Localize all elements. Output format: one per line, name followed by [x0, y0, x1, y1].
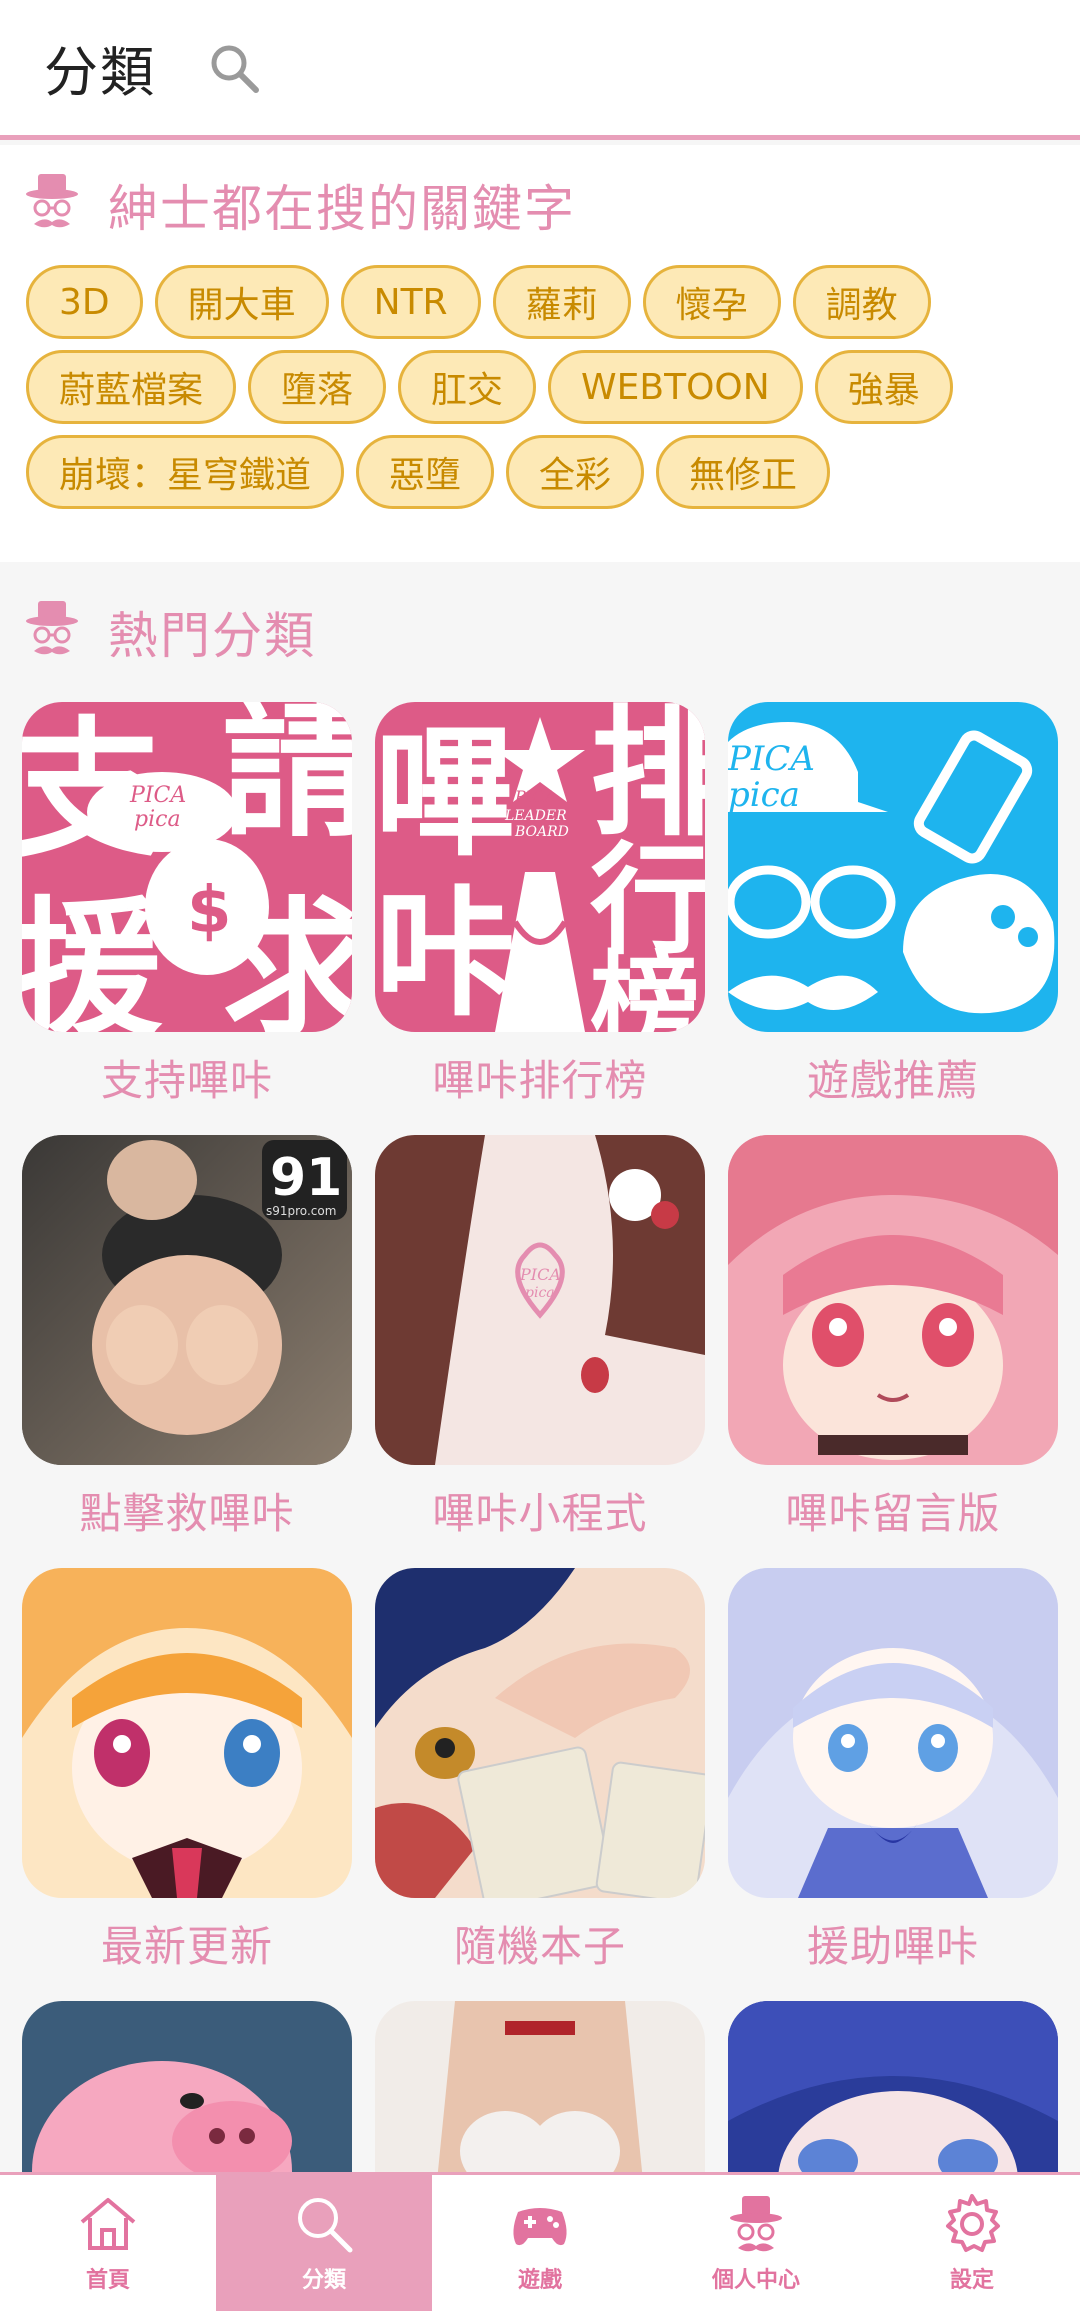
- category-thumbnail: [728, 1135, 1058, 1465]
- category-latest-update[interactable]: 最新更新: [22, 1568, 352, 1971]
- nav-settings[interactable]: 設定: [864, 2175, 1080, 2311]
- category-thumbnail: PICA pica: [728, 702, 1058, 1032]
- keyword-chip[interactable]: 肛交: [398, 350, 537, 424]
- category-label: 遊戲推薦: [806, 1056, 979, 1105]
- thumb-text: 援: [22, 884, 163, 1032]
- keyword-chip[interactable]: 蔚藍檔案: [26, 350, 237, 424]
- keyword-chip[interactable]: 蘿莉: [492, 265, 631, 339]
- category-label: 嗶咔排行榜: [432, 1056, 648, 1105]
- thumb-text: 咔: [375, 873, 515, 1032]
- category-random-book[interactable]: 隨機本子: [375, 1568, 705, 1971]
- category-game-recommend[interactable]: PICA pica 遊戲推薦: [728, 702, 1058, 1105]
- keyword-chip[interactable]: 崩壞：星穹鐵道: [26, 435, 345, 509]
- gear-icon: [940, 2192, 1004, 2256]
- nav-label: 分類: [301, 2268, 346, 2293]
- thumb-text: s91pro.com: [266, 1204, 336, 1218]
- category-thumbnail: 支 請 援 求 PICA pica $: [22, 702, 352, 1032]
- category-label: 援助嗶咔: [806, 1922, 979, 1971]
- nav-category[interactable]: 分類: [216, 2175, 432, 2311]
- gamepad-icon: [508, 2192, 572, 2256]
- thumb-text: 榜: [590, 940, 700, 1032]
- nav-label: 遊戲: [517, 2268, 562, 2293]
- category-thumbnail: 91 s91pro.com: [22, 1135, 352, 1465]
- category-thumbnail: [728, 1568, 1058, 1898]
- keyword-chip[interactable]: 懷孕: [642, 265, 781, 339]
- keyword-chip[interactable]: 全彩: [506, 435, 645, 509]
- thumb-text: 請: [222, 702, 352, 858]
- hot-header: 熱門分類: [0, 562, 1080, 702]
- category-label: 點擊救嗶咔: [79, 1489, 295, 1538]
- bottom-navigation: 首頁 分類 遊戲 個人中心 設定: [0, 2172, 1080, 2311]
- nav-label: 個人中心: [711, 2268, 800, 2293]
- keyword-chip[interactable]: NTR: [340, 265, 481, 339]
- keyword-chip[interactable]: WEBTOON: [548, 350, 803, 424]
- thumb-text: 嗶: [375, 713, 515, 876]
- hat-mustache-icon: [24, 170, 80, 240]
- hat-icon: [724, 2192, 788, 2256]
- category-thumbnail: [728, 2001, 1058, 2172]
- keyword-chip-list: 3D 開大車 NTR 蘿莉 懷孕 調教蔚藍檔案 墮落 肛交 WEBTOON 強暴崩壞：星穹鐵道 惡墮…: [0, 265, 1000, 520]
- keyword-chip[interactable]: 惡墮: [356, 435, 495, 509]
- category-item[interactable]: [728, 2001, 1058, 2172]
- home-icon: [76, 2192, 140, 2256]
- search-icon[interactable]: [206, 40, 262, 96]
- keyword-chip[interactable]: 調教: [792, 265, 931, 339]
- thumb-text: PICA: [129, 783, 186, 808]
- category-item[interactable]: [375, 2001, 705, 2172]
- category-mini-program[interactable]: PICA pica 嗶咔小程式: [375, 1135, 705, 1538]
- category-item[interactable]: [22, 2001, 352, 2172]
- category-support-pica[interactable]: 支 請 援 求 PICA pica $ 支持嗶咔: [22, 702, 352, 1105]
- keyword-chip[interactable]: 3D: [26, 265, 143, 339]
- category-thumbnail: [22, 1568, 352, 1898]
- keyword-section: 紳士都在搜的關鍵字 3D 開大車 NTR 蘿莉 懷孕 調教蔚藍檔案 墮落 肛交 WEBTOON 強…: [0, 145, 1080, 562]
- search-icon: [292, 2192, 356, 2256]
- thumb-text: pica: [525, 1285, 555, 1301]
- category-thumbnail: PICA pica: [375, 1135, 705, 1465]
- keyword-chip[interactable]: 無修正: [656, 435, 831, 509]
- category-message-board[interactable]: 嗶咔留言版: [728, 1135, 1058, 1538]
- nav-home[interactable]: 首頁: [0, 2175, 216, 2311]
- category-thumbnail: [22, 2001, 352, 2172]
- keyword-header: 紳士都在搜的關鍵字: [0, 145, 1080, 265]
- thumb-text: 91: [270, 1148, 342, 1208]
- nav-profile[interactable]: 個人中心: [648, 2175, 864, 2311]
- category-label: 最新更新: [100, 1922, 273, 1971]
- keyword-chip[interactable]: 開大車: [154, 265, 329, 339]
- thumb-text: $: [187, 874, 232, 948]
- thumb-text: PICA: [514, 787, 556, 806]
- thumb-text: pica: [728, 775, 800, 815]
- category-label: 嗶咔小程式: [432, 1489, 648, 1538]
- thumb-text: LEADER: [504, 808, 567, 824]
- top-app-bar: 分類: [0, 0, 1080, 140]
- thumb-text: pica: [134, 807, 181, 832]
- thumb-text: BOARD: [514, 824, 569, 840]
- category-aid-pica[interactable]: 援助嗶咔: [728, 1568, 1058, 1971]
- nav-games[interactable]: 遊戲: [432, 2175, 648, 2311]
- category-click-save-pica[interactable]: 91 s91pro.com 點擊救嗶咔: [22, 1135, 352, 1538]
- nav-label: 設定: [949, 2268, 994, 2293]
- category-leaderboard[interactable]: 嗶 排 咔 行 榜 PICA LEADER BOARD 嗶咔排行榜: [375, 702, 705, 1105]
- keyword-chip[interactable]: 墮落: [248, 350, 387, 424]
- category-label: 嗶咔留言版: [785, 1489, 1001, 1538]
- category-thumbnail: [375, 2001, 705, 2172]
- hat-mustache-icon: [24, 597, 80, 667]
- page-title: 分類: [44, 41, 156, 104]
- category-thumbnail: [375, 1568, 705, 1898]
- hot-category-section: 熱門分類 支 請 援 求 PICA pica $ 支持嗶咔 嗶 排 咔 行 榜 …: [0, 562, 1080, 2172]
- keyword-section-title: 紳士都在搜的關鍵字: [108, 180, 576, 238]
- thumb-text: PICA: [519, 1265, 561, 1284]
- thumb-text: PICA: [728, 739, 815, 779]
- keyword-chip[interactable]: 強暴: [814, 350, 953, 424]
- category-label: 支持嗶咔: [100, 1056, 273, 1105]
- category-thumbnail: 嗶 排 咔 行 榜 PICA LEADER BOARD: [375, 702, 705, 1032]
- hot-section-title: 熱門分類: [108, 607, 316, 665]
- category-label: 隨機本子: [453, 1922, 626, 1971]
- nav-label: 首頁: [85, 2268, 130, 2293]
